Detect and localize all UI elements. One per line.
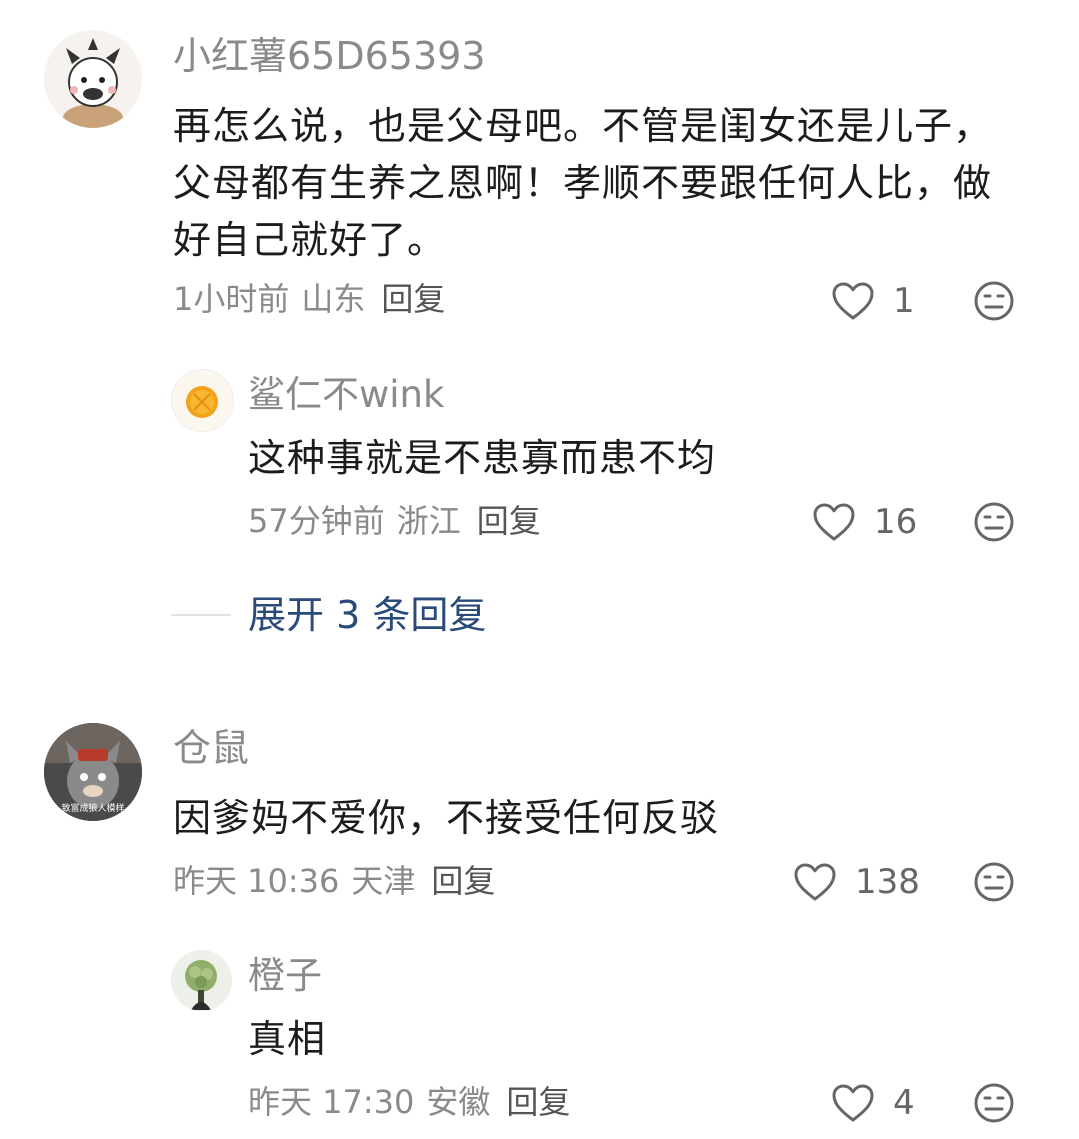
comment-location: 天津 xyxy=(351,862,416,900)
reply-button[interactable]: 回复 xyxy=(431,862,495,900)
comment-username[interactable]: 小红薯65D65393 xyxy=(173,37,486,75)
dislike-face-icon[interactable] xyxy=(973,501,1015,543)
avatar[interactable] xyxy=(171,369,234,432)
comment-time: 1小时前 xyxy=(173,280,290,318)
comment-content: 再怎么说，也是父母吧。不管是闺女还是儿子，父母都有生养之恩啊！孝顺不要跟任何人比… xyxy=(173,104,993,262)
dislike-face-icon[interactable] xyxy=(973,1082,1015,1124)
reply-button[interactable]: 回复 xyxy=(381,280,445,318)
like-count: 138 xyxy=(855,862,920,902)
reply-meta: 57分钟前 浙江 回复 xyxy=(248,505,541,537)
comment-content: 因爹妈不爱你，不接受任何反驳 xyxy=(173,796,720,840)
like-count: 1 xyxy=(893,281,915,321)
comment-meta: 昨天 10:36 天津 回复 xyxy=(173,865,495,897)
comment-meta: 1小时前 山东 回复 xyxy=(173,283,445,315)
avatar-caption: 致富成狼人模样 xyxy=(61,804,125,814)
like-button[interactable]: 16 xyxy=(812,500,917,544)
heart-icon xyxy=(813,503,855,541)
expand-divider xyxy=(171,614,231,616)
reply-location: 安徽 xyxy=(426,1083,491,1121)
like-count: 16 xyxy=(874,502,918,542)
reply-time: 昨天 17:30 xyxy=(248,1083,415,1121)
avatar[interactable]: 致富成狼人模样 xyxy=(44,723,142,821)
orange-fruit-avatar-icon xyxy=(172,370,233,431)
expand-replies-button[interactable]: 展开 3 条回复 xyxy=(248,596,486,634)
heart-icon xyxy=(832,1084,874,1122)
heart-icon xyxy=(832,282,874,320)
dislike-face-icon[interactable] xyxy=(973,280,1015,322)
reply-content: 真相 xyxy=(248,1017,327,1061)
reply-username[interactable]: 鲨仁不wink xyxy=(248,376,444,413)
avatar[interactable] xyxy=(171,950,232,1011)
heart-icon xyxy=(794,863,836,901)
reply-username[interactable]: 橙子 xyxy=(248,957,322,994)
reply-content: 这种事就是不患寡而患不均 xyxy=(248,436,717,480)
like-count: 4 xyxy=(893,1083,915,1123)
dislike-face-icon[interactable] xyxy=(973,861,1015,903)
reply-time: 57分钟前 xyxy=(248,502,385,540)
green-bouquet-avatar-icon xyxy=(171,950,232,1011)
like-button[interactable]: 1 xyxy=(831,279,915,323)
avatar[interactable] xyxy=(44,30,142,128)
reply-location: 浙江 xyxy=(396,502,461,540)
like-button[interactable]: 4 xyxy=(831,1081,915,1125)
comment-time: 昨天 10:36 xyxy=(173,862,340,900)
comment-username[interactable]: 仓鼠 xyxy=(173,729,249,767)
like-button[interactable]: 138 xyxy=(793,860,920,904)
reply-button[interactable]: 回复 xyxy=(477,502,541,540)
reply-meta: 昨天 17:30 安徽 回复 xyxy=(248,1086,570,1118)
reply-button[interactable]: 回复 xyxy=(506,1083,570,1121)
cartoon-cat-avatar-icon xyxy=(44,30,142,128)
comment-location: 山东 xyxy=(301,280,366,318)
